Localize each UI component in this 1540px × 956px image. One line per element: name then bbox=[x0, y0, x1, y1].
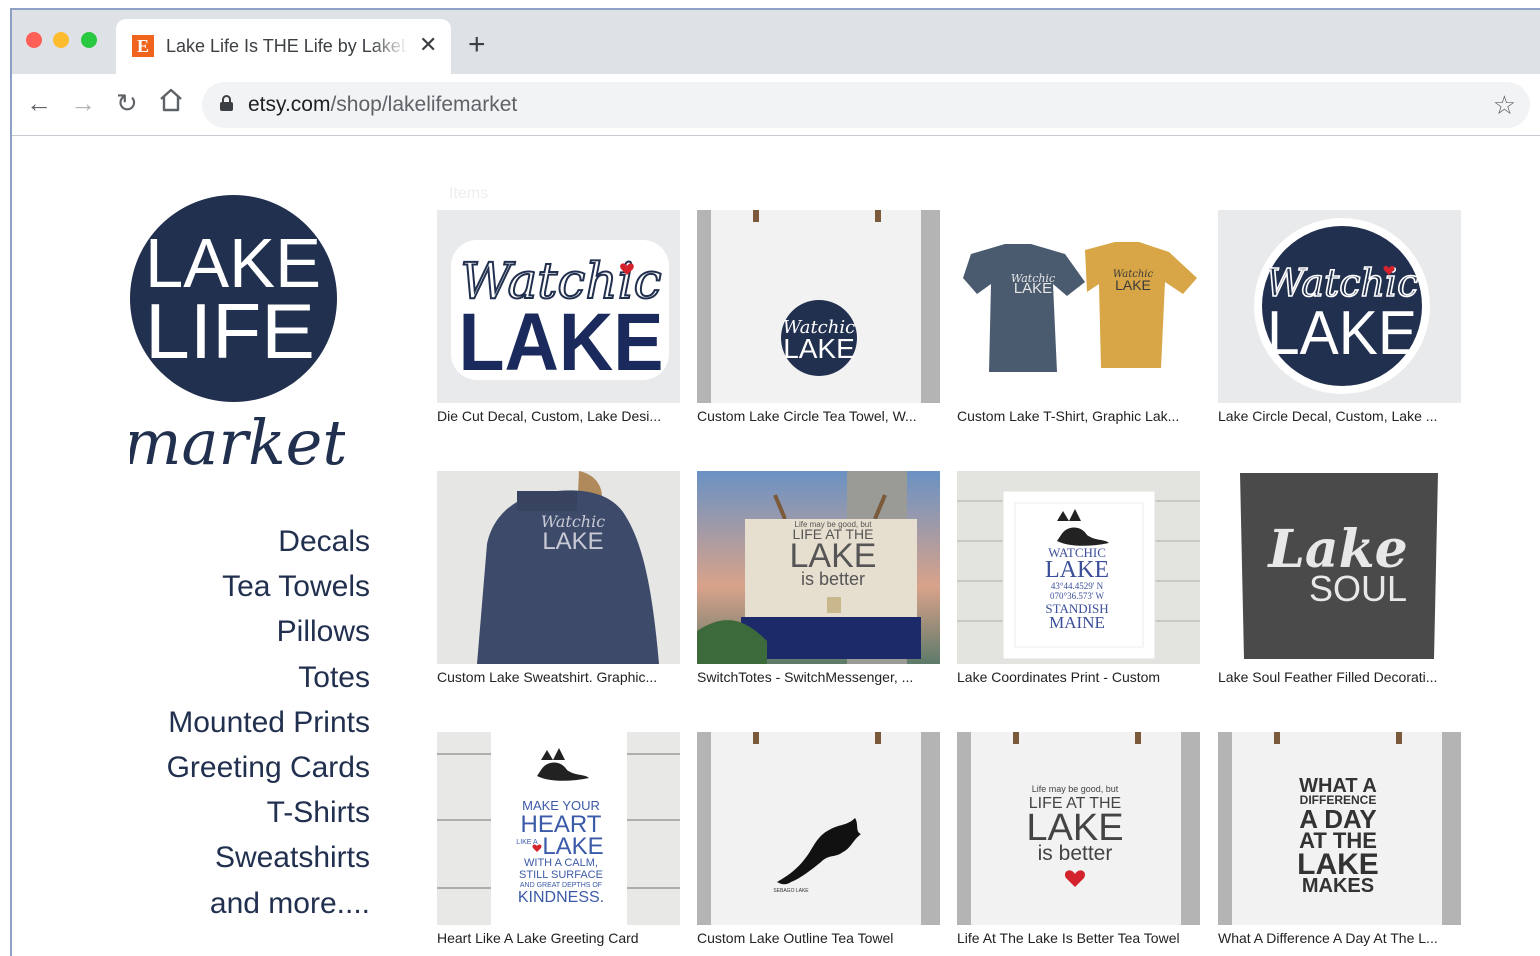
shop-page: LAKE LIFE market Items Decals Tea Towels… bbox=[12, 137, 1540, 956]
url-text: etsy.com/shop/lakelifemarket bbox=[248, 93, 518, 116]
reload-icon[interactable]: ↻ bbox=[116, 88, 138, 118]
listing-image: WATCHIC LAKE 43°44.4529' N 070°36.573' W… bbox=[957, 471, 1200, 664]
category-decals[interactable]: Decals bbox=[50, 519, 370, 564]
forward-arrow-icon[interactable]: → bbox=[70, 88, 96, 118]
listing-title: Custom Lake Outline Tea Towel bbox=[697, 930, 894, 946]
category-tea-towels[interactable]: Tea Towels bbox=[50, 564, 370, 609]
lake-life-logo: LAKE LIFE bbox=[130, 195, 337, 402]
lock-icon bbox=[220, 95, 233, 111]
address-bar[interactable]: etsy.com/shop/lakelifemarket ☆ bbox=[202, 82, 1530, 128]
close-icon[interactable]: ✕ bbox=[419, 33, 437, 57]
svg-text:MAKES: MAKES bbox=[1302, 875, 1374, 897]
category-mounted-prints[interactable]: Mounted Prints bbox=[50, 700, 370, 745]
listing-image: Watchic LAKE Watchic LAKE bbox=[957, 210, 1200, 403]
section-heading: Items bbox=[449, 185, 489, 202]
category-totes[interactable]: Totes bbox=[50, 655, 370, 700]
home-icon[interactable] bbox=[158, 86, 184, 120]
svg-text:LAKE: LAKE bbox=[459, 297, 664, 388]
svg-text:is better: is better bbox=[801, 569, 865, 589]
tab-title: Lake Life Is THE Life by LakeLifeMarket bbox=[166, 36, 408, 56]
listing-title: Custom Lake Sweatshirt. Graphic... bbox=[437, 669, 658, 685]
category-nav: Decals Tea Towels Pillows Totes Mounted … bbox=[50, 519, 370, 926]
logo-line-2: LIFE bbox=[145, 287, 315, 375]
svg-text:is better: is better bbox=[1038, 842, 1113, 865]
listing-image: Lake SOUL bbox=[1218, 471, 1461, 664]
active-tab[interactable]: E Lake Life Is THE Life by LakeLifeMarke… bbox=[116, 19, 451, 74]
svg-text:LAKE: LAKE bbox=[542, 528, 603, 555]
svg-text:WITH A CALM,: WITH A CALM, bbox=[524, 857, 598, 869]
svg-text:SOUL: SOUL bbox=[1309, 568, 1407, 609]
etsy-favicon-icon: E bbox=[132, 35, 154, 57]
svg-text:KINDNESS.: KINDNESS. bbox=[518, 889, 604, 906]
svg-text:Life may be good, but: Life may be good, but bbox=[1032, 784, 1119, 794]
browser-toolbar: ← → ↻ etsy.com/shop/lakelifemarket ☆ bbox=[12, 74, 1540, 136]
svg-text:SEBAGO LAKE: SEBAGO LAKE bbox=[773, 888, 809, 894]
svg-text:LAKE: LAKE bbox=[542, 833, 603, 860]
browser-window: E Lake Life Is THE Life by LakeLifeMarke… bbox=[10, 8, 1540, 956]
listing-title: SwitchTotes - SwitchMessenger, ... bbox=[697, 669, 914, 685]
svg-text:LAKE: LAKE bbox=[783, 333, 855, 364]
category-sweatshirts[interactable]: Sweatshirts bbox=[50, 835, 370, 880]
category-more[interactable]: and more.... bbox=[50, 881, 370, 926]
listing-title: Custom Lake Circle Tea Towel, W... bbox=[697, 408, 917, 424]
listing-image: Watchic LAKE bbox=[437, 210, 680, 403]
svg-text:MAINE: MAINE bbox=[1049, 613, 1105, 632]
category-greeting-cards[interactable]: Greeting Cards bbox=[50, 745, 370, 790]
svg-text:43°44.4529' N: 43°44.4529' N bbox=[1051, 581, 1104, 591]
svg-text:STILL SURFACE: STILL SURFACE bbox=[519, 869, 603, 881]
listing-image: Life may be good, but LIFE AT THE LAKE i… bbox=[697, 471, 940, 664]
listing-title: Custom Lake T-Shirt, Graphic Lak... bbox=[957, 408, 1180, 424]
listing-image: Watchic LAKE bbox=[1218, 210, 1461, 403]
svg-text:LAKE: LAKE bbox=[1115, 277, 1151, 293]
bookmark-star-icon[interactable]: ☆ bbox=[1493, 90, 1516, 121]
listing-image: Life may be good, but LIFE AT THE LAKE i… bbox=[957, 732, 1200, 925]
category-t-shirts[interactable]: T-Shirts bbox=[50, 790, 370, 835]
listing-image: WHAT A DIFFERENCE A DAY AT THE LAKE MAKE… bbox=[1218, 732, 1461, 925]
svg-text:AND GREAT DEPTHS OF: AND GREAT DEPTHS OF bbox=[520, 882, 602, 889]
listing-image: SEBAGO LAKE bbox=[697, 732, 940, 925]
market-script-logo: market bbox=[130, 406, 345, 479]
tab-bar: E Lake Life Is THE Life by LakeLifeMarke… bbox=[12, 10, 1540, 74]
listing-title: What A Difference A Day At The L... bbox=[1218, 930, 1438, 946]
listing-image: Watchic LAKE bbox=[697, 210, 940, 403]
close-window-button[interactable] bbox=[26, 32, 42, 48]
listing-image: Watchic LAKE bbox=[437, 471, 680, 664]
logo-script-text: market bbox=[130, 406, 345, 479]
maximize-window-button[interactable] bbox=[81, 32, 97, 48]
back-arrow-icon[interactable]: ← bbox=[26, 88, 52, 118]
minimize-window-button[interactable] bbox=[53, 32, 69, 48]
svg-text:070°36.573' W: 070°36.573' W bbox=[1050, 591, 1105, 601]
plus-icon[interactable]: + bbox=[468, 30, 486, 60]
listing-title: Lake Coordinates Print - Custom bbox=[957, 669, 1161, 685]
listing-title: Life At The Lake Is Better Tea Towel bbox=[957, 930, 1180, 946]
category-pillows[interactable]: Pillows bbox=[50, 609, 370, 654]
listing-image: MAKE YOUR HEART LIKE A LAKE WITH A CALM,… bbox=[437, 732, 680, 925]
listing-title: Lake Soul Feather Filled Decorati... bbox=[1218, 669, 1438, 685]
listing-title: Die Cut Decal, Custom, Lake Desi... bbox=[437, 408, 662, 424]
svg-text:LAKE: LAKE bbox=[1267, 299, 1417, 368]
svg-text:LAKE: LAKE bbox=[1045, 557, 1109, 583]
svg-text:LAKE: LAKE bbox=[1014, 280, 1052, 297]
listing-title: Lake Circle Decal, Custom, Lake ... bbox=[1218, 408, 1438, 424]
listing-title: Heart Like A Lake Greeting Card bbox=[437, 930, 639, 946]
